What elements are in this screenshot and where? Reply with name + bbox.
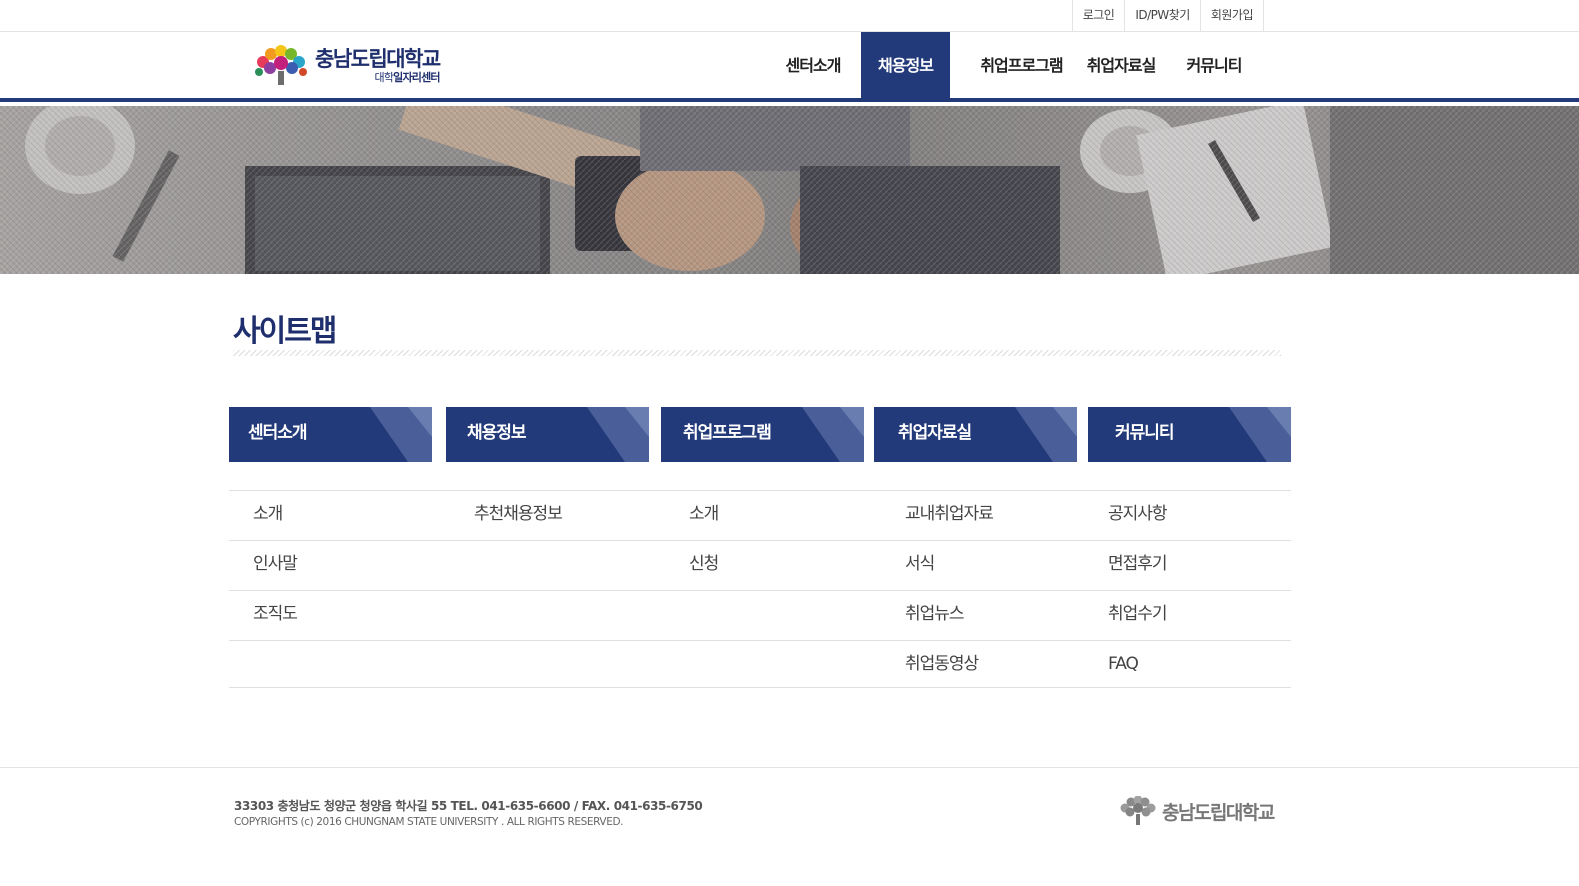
footer-copyright: COPYRIGHTS (c) 2016 CHUNGNAM STATE UNIVE… [234,816,624,828]
table-row: 조직도 취업뉴스 취업수기 [229,590,1291,640]
signup-link[interactable]: 회원가입 [1199,0,1264,31]
corner-decoration-icon [370,407,432,462]
tree-logo-icon [255,45,307,85]
site-header: 충남도립대학교 대학일자리센터 센터소개 채용정보 취업프로그램 취업자료실 커… [0,32,1579,102]
link-program-about[interactable]: 소개 [689,491,719,537]
banner-image [0,106,1579,274]
link-job-news[interactable]: 취업뉴스 [905,591,965,637]
link-forms[interactable]: 서식 [905,541,935,587]
sitemap-header-job-program[interactable]: 취업프로그램 [661,407,864,462]
login-link[interactable]: 로그인 [1071,0,1125,31]
table-row: 인사말 신청 서식 면접후기 [229,540,1291,590]
site-logo[interactable]: 충남도립대학교 대학일자리센터 [253,44,453,88]
top-utility-bar: 로그인 ID/PW찾기 회원가입 [0,0,1579,32]
corner-decoration-icon [802,407,864,462]
footer-logo: 충남도립대학교 [1118,796,1275,826]
link-notices[interactable]: 공지사항 [1108,491,1168,537]
link-recommended-jobs[interactable]: 추천채용정보 [474,491,563,537]
gnb-job-resources[interactable]: 취업자료실 [1075,32,1167,102]
link-faq[interactable]: FAQ [1108,641,1139,687]
hero-banner [0,106,1579,274]
gnb-community[interactable]: 커뮤니티 [1177,32,1251,102]
corner-decoration-icon [587,407,649,462]
link-campus-job-materials[interactable]: 교내취업자료 [905,491,994,537]
link-greeting[interactable]: 인사말 [253,541,298,587]
gnb-job-info[interactable]: 채용정보 [861,32,950,102]
gnb-job-program[interactable]: 취업프로그램 [968,32,1075,102]
page-title: 사이트맵 [233,314,337,349]
link-center-intro-about[interactable]: 소개 [253,491,283,537]
table-row: 소개 추천채용정보 소개 교내취업자료 공지사항 [229,490,1291,540]
link-org-chart[interactable]: 조직도 [253,591,298,637]
gnb-center-intro[interactable]: 센터소개 [776,32,850,102]
main-nav: 센터소개 채용정보 취업프로그램 취업자료실 커뮤니티 [776,32,1251,102]
corner-decoration-icon [1015,407,1077,462]
footer-logo-name: 충남도립대학교 [1162,801,1275,824]
utility-nav: 로그인 ID/PW찾기 회원가입 [1071,0,1264,31]
footer-address: 33303 충청남도 청양군 청양읍 학사길 55 TEL. 041-635-6… [234,799,703,813]
table-row: 취업동영상 FAQ [229,640,1291,688]
find-id-pw-link[interactable]: ID/PW찾기 [1124,0,1200,31]
site-footer: 33303 충청남도 청양군 청양읍 학사길 55 TEL. 041-635-6… [0,767,1579,886]
logo-name: 충남도립대학교 [315,47,441,71]
link-job-videos[interactable]: 취업동영상 [905,641,979,687]
sitemap-table: 소개 추천채용정보 소개 교내취업자료 공지사항 인사말 신청 서식 면접후기 … [229,490,1291,688]
title-divider [233,350,1281,356]
corner-decoration-icon [1229,407,1291,462]
sitemap-header-center-intro[interactable]: 센터소개 [229,407,432,462]
logo-subtitle: 대학일자리센터 [374,71,441,84]
tree-logo-icon [1120,796,1156,825]
link-job-stories[interactable]: 취업수기 [1108,591,1168,637]
sitemap-header-job-resources[interactable]: 취업자료실 [874,407,1077,462]
sitemap-header-community[interactable]: 커뮤니티 [1088,407,1291,462]
link-program-apply[interactable]: 신청 [689,541,719,587]
link-interview-reviews[interactable]: 면접후기 [1108,541,1168,587]
sitemap-header-job-info[interactable]: 채용정보 [446,407,649,462]
